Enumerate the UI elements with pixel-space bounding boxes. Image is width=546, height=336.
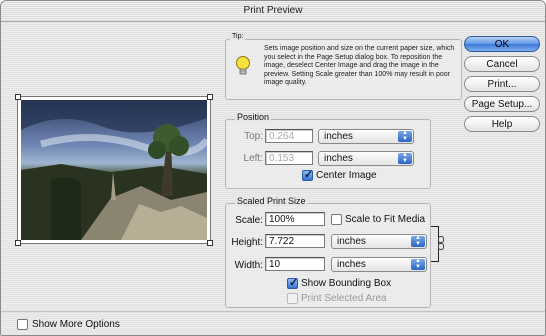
left-field[interactable]: 0.153 bbox=[265, 151, 313, 165]
width-unit-select[interactable]: inches ▲ ▼ bbox=[331, 257, 427, 272]
width-field[interactable]: 10 bbox=[265, 257, 325, 271]
scale-field[interactable]: 100% bbox=[265, 212, 325, 226]
preview-frame bbox=[15, 94, 213, 246]
scaled-group-label: Scaled Print Size bbox=[235, 196, 308, 206]
crop-handle-bottom-left[interactable] bbox=[15, 240, 21, 246]
top-field[interactable]: 0.264 bbox=[265, 129, 313, 143]
crop-handle-bottom-right[interactable] bbox=[207, 240, 213, 246]
popup-arrows-icon: ▲ ▼ bbox=[411, 235, 425, 247]
print-selected-area-label: Print Selected Area bbox=[301, 293, 387, 304]
print-preview-dialog: Print Preview Tip: Sets image position a… bbox=[0, 0, 546, 336]
show-bounding-box-label[interactable]: Show Bounding Box bbox=[301, 278, 391, 289]
page-setup-button[interactable]: Page Setup... bbox=[464, 96, 540, 112]
scale-to-fit-checkbox[interactable] bbox=[331, 214, 342, 225]
height-unit-select[interactable]: inches ▲ ▼ bbox=[331, 234, 427, 249]
top-label: Top: bbox=[244, 131, 263, 142]
scale-label: Scale: bbox=[235, 215, 263, 226]
show-bounding-box-checkbox[interactable] bbox=[287, 276, 298, 289]
scale-to-fit-label[interactable]: Scale to Fit Media bbox=[345, 214, 425, 225]
center-image-label[interactable]: Center Image bbox=[316, 170, 377, 181]
crop-handle-top-right[interactable] bbox=[207, 94, 213, 100]
height-field[interactable]: 7.722 bbox=[265, 234, 325, 248]
left-unit-select[interactable]: inches ▲ ▼ bbox=[318, 151, 414, 166]
top-unit-select[interactable]: inches ▲ ▼ bbox=[318, 129, 414, 144]
lightbulb-icon bbox=[235, 55, 251, 77]
position-group-label: Position bbox=[235, 112, 272, 122]
tip-group-label: Tip: bbox=[230, 33, 246, 40]
tip-text: Sets image position and size on the curr… bbox=[264, 45, 455, 86]
top-unit-value: inches bbox=[324, 131, 353, 142]
left-label: Left: bbox=[243, 153, 263, 164]
show-more-options-checkbox[interactable] bbox=[17, 319, 28, 330]
help-button[interactable]: Help bbox=[464, 116, 540, 132]
print-selected-area-checkbox bbox=[287, 293, 298, 304]
chain-link-icon bbox=[438, 236, 444, 250]
print-button[interactable]: Print... bbox=[464, 76, 540, 92]
preview-image[interactable] bbox=[21, 100, 207, 240]
show-more-options-label[interactable]: Show More Options bbox=[32, 319, 120, 330]
popup-arrows-icon: ▲ ▼ bbox=[411, 258, 425, 270]
crop-handle-top-left[interactable] bbox=[15, 94, 21, 100]
height-label: Height: bbox=[231, 237, 263, 248]
popup-arrows-icon: ▲ ▼ bbox=[398, 152, 412, 164]
width-unit-value: inches bbox=[337, 259, 366, 270]
center-image-checkbox[interactable] bbox=[302, 168, 313, 181]
popup-arrows-icon: ▲ ▼ bbox=[398, 130, 412, 142]
footer-divider bbox=[1, 311, 545, 312]
landscape-photo bbox=[21, 100, 207, 240]
ok-button[interactable]: OK bbox=[464, 36, 540, 52]
height-unit-value: inches bbox=[337, 236, 366, 247]
left-unit-value: inches bbox=[324, 153, 353, 164]
window-title: Print Preview bbox=[1, 1, 545, 22]
width-label: Width: bbox=[234, 260, 263, 271]
cancel-button[interactable]: Cancel bbox=[464, 56, 540, 72]
